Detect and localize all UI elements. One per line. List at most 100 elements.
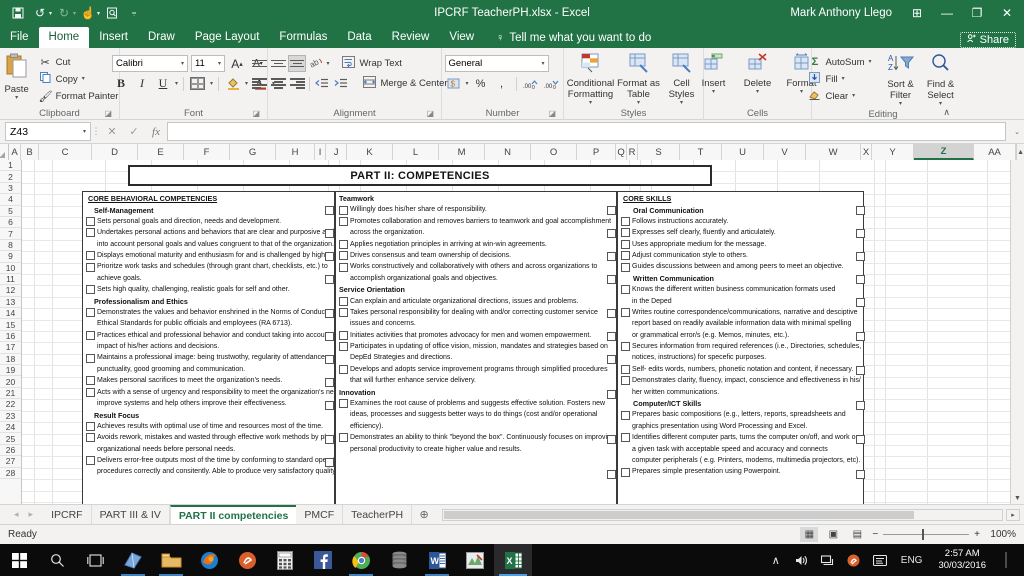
undo-dropdown-icon[interactable]: ▾ <box>49 10 52 17</box>
font-name-dropdown-icon[interactable]: ▾ <box>181 60 184 67</box>
clock[interactable]: 2:57 AM 30/03/2016 <box>930 548 994 572</box>
column-header-y[interactable]: Y <box>872 144 915 160</box>
row-header-20[interactable]: 20 <box>0 376 21 388</box>
orientation-dropdown-icon[interactable]: ▾ <box>326 60 329 67</box>
column-header-i[interactable]: I <box>315 144 327 160</box>
column-header-c[interactable]: C <box>39 144 93 160</box>
column-header-s[interactable]: S <box>638 144 681 160</box>
row-header-12[interactable]: 12 <box>0 285 21 297</box>
rating-checkbox[interactable] <box>856 366 865 375</box>
tab-review[interactable]: Review <box>382 27 440 48</box>
cell-styles-dropdown-icon[interactable]: ▾ <box>680 100 683 107</box>
row-header-24[interactable]: 24 <box>0 421 21 434</box>
italic-button[interactable]: I <box>133 75 151 92</box>
find-select-dropdown-icon[interactable]: ▾ <box>939 101 942 108</box>
select-all-button[interactable] <box>0 144 10 160</box>
sheet-tab-ipcrf[interactable]: IPCRF <box>43 504 92 525</box>
row-header-26[interactable]: 26 <box>0 444 21 457</box>
increase-decimal-button[interactable]: .00 0 <box>522 75 540 92</box>
rating-checkbox[interactable] <box>607 229 616 238</box>
underline-button[interactable]: U <box>154 75 172 92</box>
tab-page-layout[interactable]: Page Layout <box>185 27 270 48</box>
tab-formulas[interactable]: Formulas <box>269 27 337 48</box>
clear-button[interactable]: Clear ▾ <box>805 88 874 104</box>
rating-checkbox[interactable] <box>856 206 865 215</box>
checkbox[interactable] <box>339 308 348 318</box>
align-right-button[interactable] <box>288 75 306 92</box>
tab-home[interactable]: Home <box>38 27 90 48</box>
column-header-t[interactable]: T <box>680 144 723 160</box>
rating-checkbox[interactable] <box>607 252 616 261</box>
sheet-tab-pmcf[interactable]: PMCF <box>296 504 344 525</box>
column-header-o[interactable]: O <box>531 144 578 160</box>
conditional-formatting-button[interactable]: Conditional Formatting ▾ <box>567 52 615 107</box>
column-header-z[interactable]: Z <box>914 144 975 160</box>
sort-filter-button[interactable]: AZ Sort & Filter ▾ <box>881 52 921 108</box>
column-header-b[interactable]: B <box>21 144 40 160</box>
checkbox[interactable] <box>339 342 348 352</box>
redo-dropdown-icon[interactable]: ▾ <box>73 10 76 17</box>
column-header-aa[interactable]: AA <box>974 144 1017 160</box>
scroll-up-button[interactable]: ▲ <box>1016 144 1024 160</box>
rating-checkbox[interactable] <box>856 435 865 444</box>
paste-button[interactable]: Paste ▾ <box>0 52 36 102</box>
rating-checkbox[interactable] <box>856 275 865 284</box>
checkbox[interactable] <box>339 239 348 249</box>
checkbox[interactable] <box>86 330 95 340</box>
network-icon[interactable] <box>815 544 841 576</box>
row-header-18[interactable]: 18 <box>0 353 21 366</box>
insert-cells-dropdown-icon[interactable]: ▾ <box>712 89 715 96</box>
redo-icon[interactable]: ↻ <box>54 3 74 23</box>
autosum-dropdown-icon[interactable]: ▾ <box>869 59 872 66</box>
name-box[interactable]: Z43 ▾ <box>5 122 91 141</box>
number-format-dropdown-icon[interactable]: ▾ <box>541 60 544 67</box>
rating-checkbox[interactable] <box>856 252 865 261</box>
sort-filter-dropdown-icon[interactable]: ▾ <box>899 101 902 108</box>
row-header-11[interactable]: 11 <box>0 273 21 286</box>
column-header-u[interactable]: U <box>722 144 765 160</box>
taskbar-avast-icon[interactable] <box>228 544 266 576</box>
checkbox[interactable] <box>339 433 348 443</box>
checkbox[interactable] <box>621 216 630 226</box>
start-button[interactable] <box>0 544 38 576</box>
checkbox[interactable] <box>86 456 95 466</box>
checkbox[interactable] <box>86 376 95 386</box>
cancel-edit-button[interactable]: ✕ <box>101 125 123 138</box>
checkbox[interactable] <box>86 422 95 431</box>
checkbox[interactable] <box>86 387 95 397</box>
touch-mode-icon[interactable]: ☝ <box>78 3 98 23</box>
rating-checkbox[interactable] <box>607 355 616 364</box>
checkbox[interactable] <box>339 216 348 226</box>
accounting-format-button[interactable]: $ <box>445 75 463 92</box>
borders-button[interactable] <box>189 75 207 92</box>
find-select-button[interactable]: Find & Select ▾ <box>921 52 961 108</box>
rating-checkbox[interactable] <box>325 309 334 318</box>
rating-checkbox[interactable] <box>325 401 334 410</box>
view-normal-button[interactable]: ▦ <box>800 527 819 542</box>
copy-dropdown-icon[interactable]: ▾ <box>82 76 85 83</box>
prev-sheet-button[interactable]: ◂ <box>14 509 19 520</box>
taskbar-facebook-icon[interactable] <box>304 544 342 576</box>
rating-checkbox[interactable] <box>856 229 865 238</box>
horizontal-scrollbar[interactable] <box>442 508 1003 521</box>
taskbar-firefox-icon[interactable] <box>190 544 228 576</box>
format-cells-dropdown-icon[interactable]: ▾ <box>800 89 803 96</box>
fill-dropdown-icon[interactable]: ▾ <box>842 76 845 83</box>
column-header-v[interactable]: V <box>764 144 807 160</box>
tab-view[interactable]: View <box>439 27 484 48</box>
column-header-f[interactable]: F <box>184 144 231 160</box>
column-header-m[interactable]: M <box>439 144 486 160</box>
column-header-g[interactable]: G <box>230 144 277 160</box>
column-header-r[interactable]: R <box>627 144 639 160</box>
checkbox[interactable] <box>339 262 348 272</box>
column-header-x[interactable]: X <box>861 144 873 160</box>
sheet-tab-part-ii-competencies[interactable]: PART II competencies <box>169 504 297 525</box>
rating-checkbox[interactable] <box>607 275 616 284</box>
grow-font-button[interactable]: A ▴ <box>228 55 246 72</box>
number-format-select[interactable]: General ▾ <box>444 55 549 72</box>
checkbox[interactable] <box>339 330 348 340</box>
save-icon[interactable] <box>8 3 28 23</box>
paste-dropdown-icon[interactable]: ▾ <box>15 95 18 102</box>
add-sheet-button[interactable]: ⊕ <box>412 508 436 521</box>
row-header-7[interactable]: 7 <box>0 228 21 240</box>
